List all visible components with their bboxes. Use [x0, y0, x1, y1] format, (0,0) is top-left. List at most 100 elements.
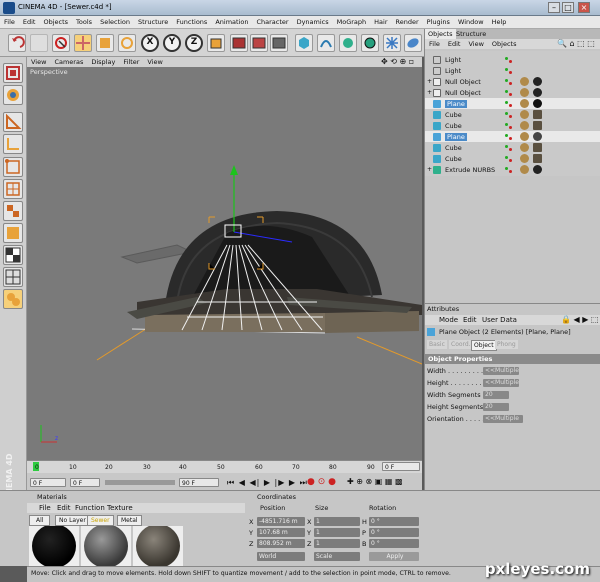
- scale-tool-icon[interactable]: [96, 34, 114, 52]
- viewport-menu-filter[interactable]: Filter: [119, 57, 143, 67]
- render-dot[interactable]: [509, 82, 512, 85]
- visibility-dot[interactable]: [505, 90, 508, 93]
- workplane-icon[interactable]: [3, 267, 23, 287]
- tag-icon[interactable]: [520, 88, 529, 97]
- rot-b-field[interactable]: 0 °: [369, 539, 419, 548]
- visibility-dot[interactable]: [505, 167, 508, 170]
- material-tag-icon[interactable]: [533, 99, 542, 108]
- visibility-dot[interactable]: [505, 156, 508, 159]
- frame-end-field[interactable]: 90 F: [179, 478, 219, 487]
- menu-file[interactable]: File: [0, 16, 19, 28]
- render-dot[interactable]: [509, 137, 512, 140]
- filter-all[interactable]: All: [29, 515, 51, 526]
- list-item[interactable]: Cube: [425, 109, 600, 120]
- render-dot[interactable]: [509, 159, 512, 162]
- filter-no-layer[interactable]: No Layer: [55, 515, 90, 526]
- list-item[interactable]: + Null Object: [425, 76, 600, 87]
- cube-primitive-icon[interactable]: [295, 34, 313, 52]
- width-segments-field[interactable]: 20: [483, 391, 509, 399]
- render-dot[interactable]: [509, 170, 512, 173]
- mat-menu-texture[interactable]: Texture: [107, 504, 133, 512]
- visibility-dot[interactable]: [505, 79, 508, 82]
- pos-y-field[interactable]: 107.68 m: [257, 528, 305, 537]
- menu-dynamics[interactable]: Dynamics: [293, 16, 333, 28]
- height-segments-field[interactable]: 20: [483, 403, 509, 411]
- current-frame-field[interactable]: 0 F: [382, 462, 420, 471]
- attr-menu-mode[interactable]: Mode: [439, 316, 458, 324]
- undo-icon[interactable]: [8, 34, 26, 52]
- pos-x-field[interactable]: -4851.716 m: [257, 517, 305, 526]
- timeline-ruler[interactable]: 0 10 20 30 40 50 60 70 80 90 0 F: [27, 461, 422, 473]
- tag-icon[interactable]: [520, 110, 529, 119]
- x-axis-lock-icon[interactable]: X: [141, 34, 159, 52]
- attr-nav-icons[interactable]: 🔒 ◀ ▶ ⬚: [561, 315, 598, 324]
- viewport-menu-view-2[interactable]: View: [143, 57, 166, 67]
- viewport-menu-display[interactable]: Display: [87, 57, 119, 67]
- mat-menu-function[interactable]: Function: [75, 504, 105, 512]
- material-tag-icon[interactable]: [533, 88, 542, 97]
- tag-icon[interactable]: [520, 99, 529, 108]
- menu-character[interactable]: Character: [252, 16, 292, 28]
- menu-hair[interactable]: Hair: [370, 16, 391, 28]
- tab-basic[interactable]: Basic: [427, 340, 447, 349]
- size-z-field[interactable]: 1: [314, 539, 360, 548]
- expand-toggle-icon[interactable]: +: [427, 166, 432, 173]
- menu-mograph[interactable]: MoGraph: [333, 16, 371, 28]
- timeline-scrollbar[interactable]: [105, 480, 175, 485]
- visibility-dot[interactable]: [505, 145, 508, 148]
- menu-selection[interactable]: Selection: [96, 16, 134, 28]
- list-item[interactable]: Cube: [425, 142, 600, 153]
- tab-phong[interactable]: Phong: [495, 340, 518, 349]
- render-dot[interactable]: [509, 115, 512, 118]
- material-tag-icon[interactable]: [533, 132, 542, 141]
- menu-functions[interactable]: Functions: [172, 16, 211, 28]
- attr-menu-edit[interactable]: Edit: [463, 316, 477, 324]
- list-item[interactable]: Light: [425, 54, 600, 65]
- menu-help[interactable]: Help: [488, 16, 511, 28]
- tag-icon[interactable]: [520, 154, 529, 163]
- use-edges-tool-icon[interactable]: [3, 179, 23, 199]
- list-item[interactable]: Cube: [425, 153, 600, 164]
- minimize-button[interactable]: –: [548, 2, 560, 13]
- record-buttons[interactable]: ● ⊙ ●: [307, 477, 336, 487]
- y-axis-lock-icon[interactable]: Y: [163, 34, 181, 52]
- render-settings-icon[interactable]: [270, 34, 288, 52]
- filter-sewer[interactable]: Sewer: [87, 515, 114, 526]
- expand-toggle-icon[interactable]: +: [427, 89, 432, 96]
- menu-structure[interactable]: Structure: [134, 16, 172, 28]
- rot-h-field[interactable]: 0 °: [369, 517, 419, 526]
- use-points-tool-icon[interactable]: [3, 157, 23, 177]
- world-select[interactable]: World: [257, 552, 305, 561]
- height-field[interactable]: <<Multiple: [483, 379, 519, 387]
- enable-axis-icon[interactable]: [3, 223, 23, 243]
- tag-icon[interactable]: [520, 121, 529, 130]
- tab-objects[interactable]: Objects: [425, 29, 456, 39]
- viewport-menu-view[interactable]: View: [27, 57, 50, 67]
- close-button[interactable]: ×: [578, 2, 590, 13]
- objects-menu-file[interactable]: File: [425, 39, 444, 49]
- tag-icon[interactable]: [520, 165, 529, 174]
- render-picture-viewer-icon[interactable]: [250, 34, 268, 52]
- objects-menu-edit[interactable]: Edit: [444, 39, 465, 49]
- keyframe-buttons[interactable]: ✚ ⊕ ⊗ ▣ ▦ ▩: [347, 477, 403, 486]
- material-tag-icon[interactable]: [533, 77, 542, 86]
- snapping-icon[interactable]: [3, 289, 23, 309]
- list-item-selected[interactable]: Plane: [425, 131, 600, 142]
- material-tag-icon[interactable]: [533, 165, 542, 174]
- tab-object[interactable]: Object: [471, 340, 497, 351]
- spline-pen-icon[interactable]: [317, 34, 335, 52]
- rotate-tool-icon[interactable]: [118, 34, 136, 52]
- width-field[interactable]: <<Multiple: [483, 367, 519, 375]
- deformer-icon[interactable]: [383, 34, 401, 52]
- objects-menu-view[interactable]: View: [464, 39, 487, 49]
- render-dot[interactable]: [509, 71, 512, 74]
- tab-coord[interactable]: Coord.: [449, 340, 473, 349]
- tab-structure[interactable]: Structure: [453, 29, 489, 39]
- list-item-selected[interactable]: Plane: [425, 98, 600, 109]
- pos-z-field[interactable]: 808.952 m: [257, 539, 305, 548]
- orientation-select[interactable]: <<Multiple: [483, 415, 523, 423]
- expand-toggle-icon[interactable]: +: [427, 78, 432, 85]
- scene-object-icon[interactable]: [404, 34, 422, 52]
- tweak-mode-icon[interactable]: [3, 245, 23, 265]
- material-swatches[interactable]: [27, 526, 245, 567]
